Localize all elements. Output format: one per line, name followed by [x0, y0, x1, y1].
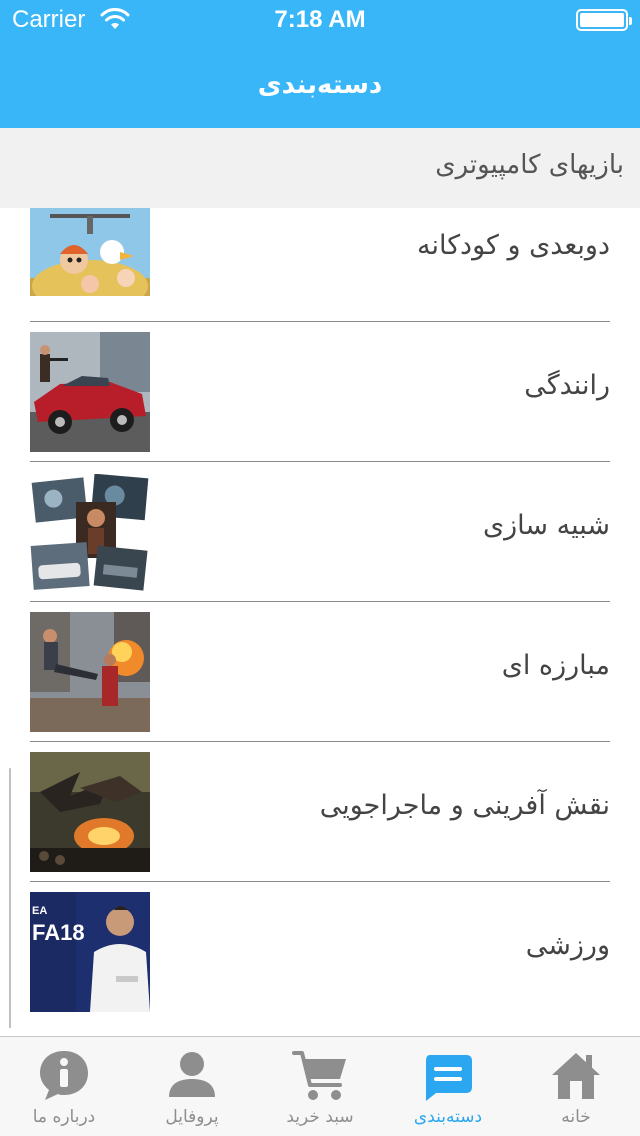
- category-icon: [426, 1055, 472, 1101]
- tab-label: درباره ما: [32, 1107, 96, 1127]
- fifa-18-thumbnail: FA18 EA: [30, 892, 150, 1012]
- fighting-thumbnail: [30, 612, 150, 732]
- tab-categories[interactable]: دسته‌بندی: [384, 1037, 512, 1136]
- tab-label: سبد خرید: [286, 1107, 354, 1127]
- info-icon: [40, 1051, 88, 1100]
- status-bar: Carrier 7:18 AM: [0, 0, 640, 40]
- dragon-rpg-thumbnail: [30, 752, 150, 872]
- tab-label: دسته‌بندی: [413, 1107, 483, 1127]
- category-row-rpg[interactable]: نقش آفرینی و ماجراجویی: [0, 742, 640, 882]
- svg-text:FA18: FA18: [32, 920, 85, 945]
- tab-label: خانه: [561, 1107, 591, 1127]
- battery-icon: [576, 9, 632, 31]
- animated-kids-thumbnail: [30, 208, 150, 296]
- category-row-fighting[interactable]: مبارزه ای: [0, 602, 640, 742]
- category-row-racing[interactable]: رانندگی: [0, 322, 640, 462]
- svg-text:EA: EA: [32, 905, 47, 917]
- tab-bar: درباره ما پروفایل سبد خرید دسته‌بندی: [0, 1036, 640, 1136]
- category-row-sports[interactable]: FA18 EA ورزشی: [0, 882, 640, 1022]
- scroll-indicator[interactable]: [9, 768, 11, 1028]
- navigation-bar: دسته‌بندی: [0, 40, 640, 128]
- tab-about[interactable]: درباره ما: [0, 1037, 128, 1136]
- clock: 7:18 AM: [274, 6, 366, 33]
- category-label: دوبعدی و کودکانه: [416, 230, 610, 261]
- category-label: نقش آفرینی و ماجراجویی: [319, 790, 610, 821]
- tab-home[interactable]: خانه: [512, 1037, 640, 1136]
- profile-icon: [169, 1052, 215, 1097]
- category-label: مبارزه ای: [501, 650, 610, 681]
- page-title: دسته‌بندی: [257, 70, 383, 100]
- tab-cart[interactable]: سبد خرید: [256, 1037, 384, 1136]
- category-label: رانندگی: [524, 370, 610, 401]
- category-row-kids[interactable]: دوبعدی و کودکانه: [0, 208, 640, 322]
- category-label: ورزشی: [525, 930, 610, 961]
- category-label: شبیه سازی: [483, 510, 610, 541]
- section-title: بازیهای کامپیوتری: [435, 150, 624, 180]
- category-list[interactable]: دوبعدی و کودکانه رانندگی شبیه سازی مبارز…: [0, 208, 640, 1028]
- tab-profile[interactable]: پروفایل: [128, 1037, 256, 1136]
- tab-label: پروفایل: [165, 1107, 219, 1127]
- simulation-collage-thumbnail: [30, 474, 150, 594]
- home-icon: [552, 1053, 600, 1099]
- cart-icon: [292, 1051, 346, 1100]
- category-row-simulation[interactable]: شبیه سازی: [0, 462, 640, 602]
- section-header: بازیهای کامپیوتری: [0, 128, 640, 208]
- racing-car-thumbnail: [30, 332, 150, 452]
